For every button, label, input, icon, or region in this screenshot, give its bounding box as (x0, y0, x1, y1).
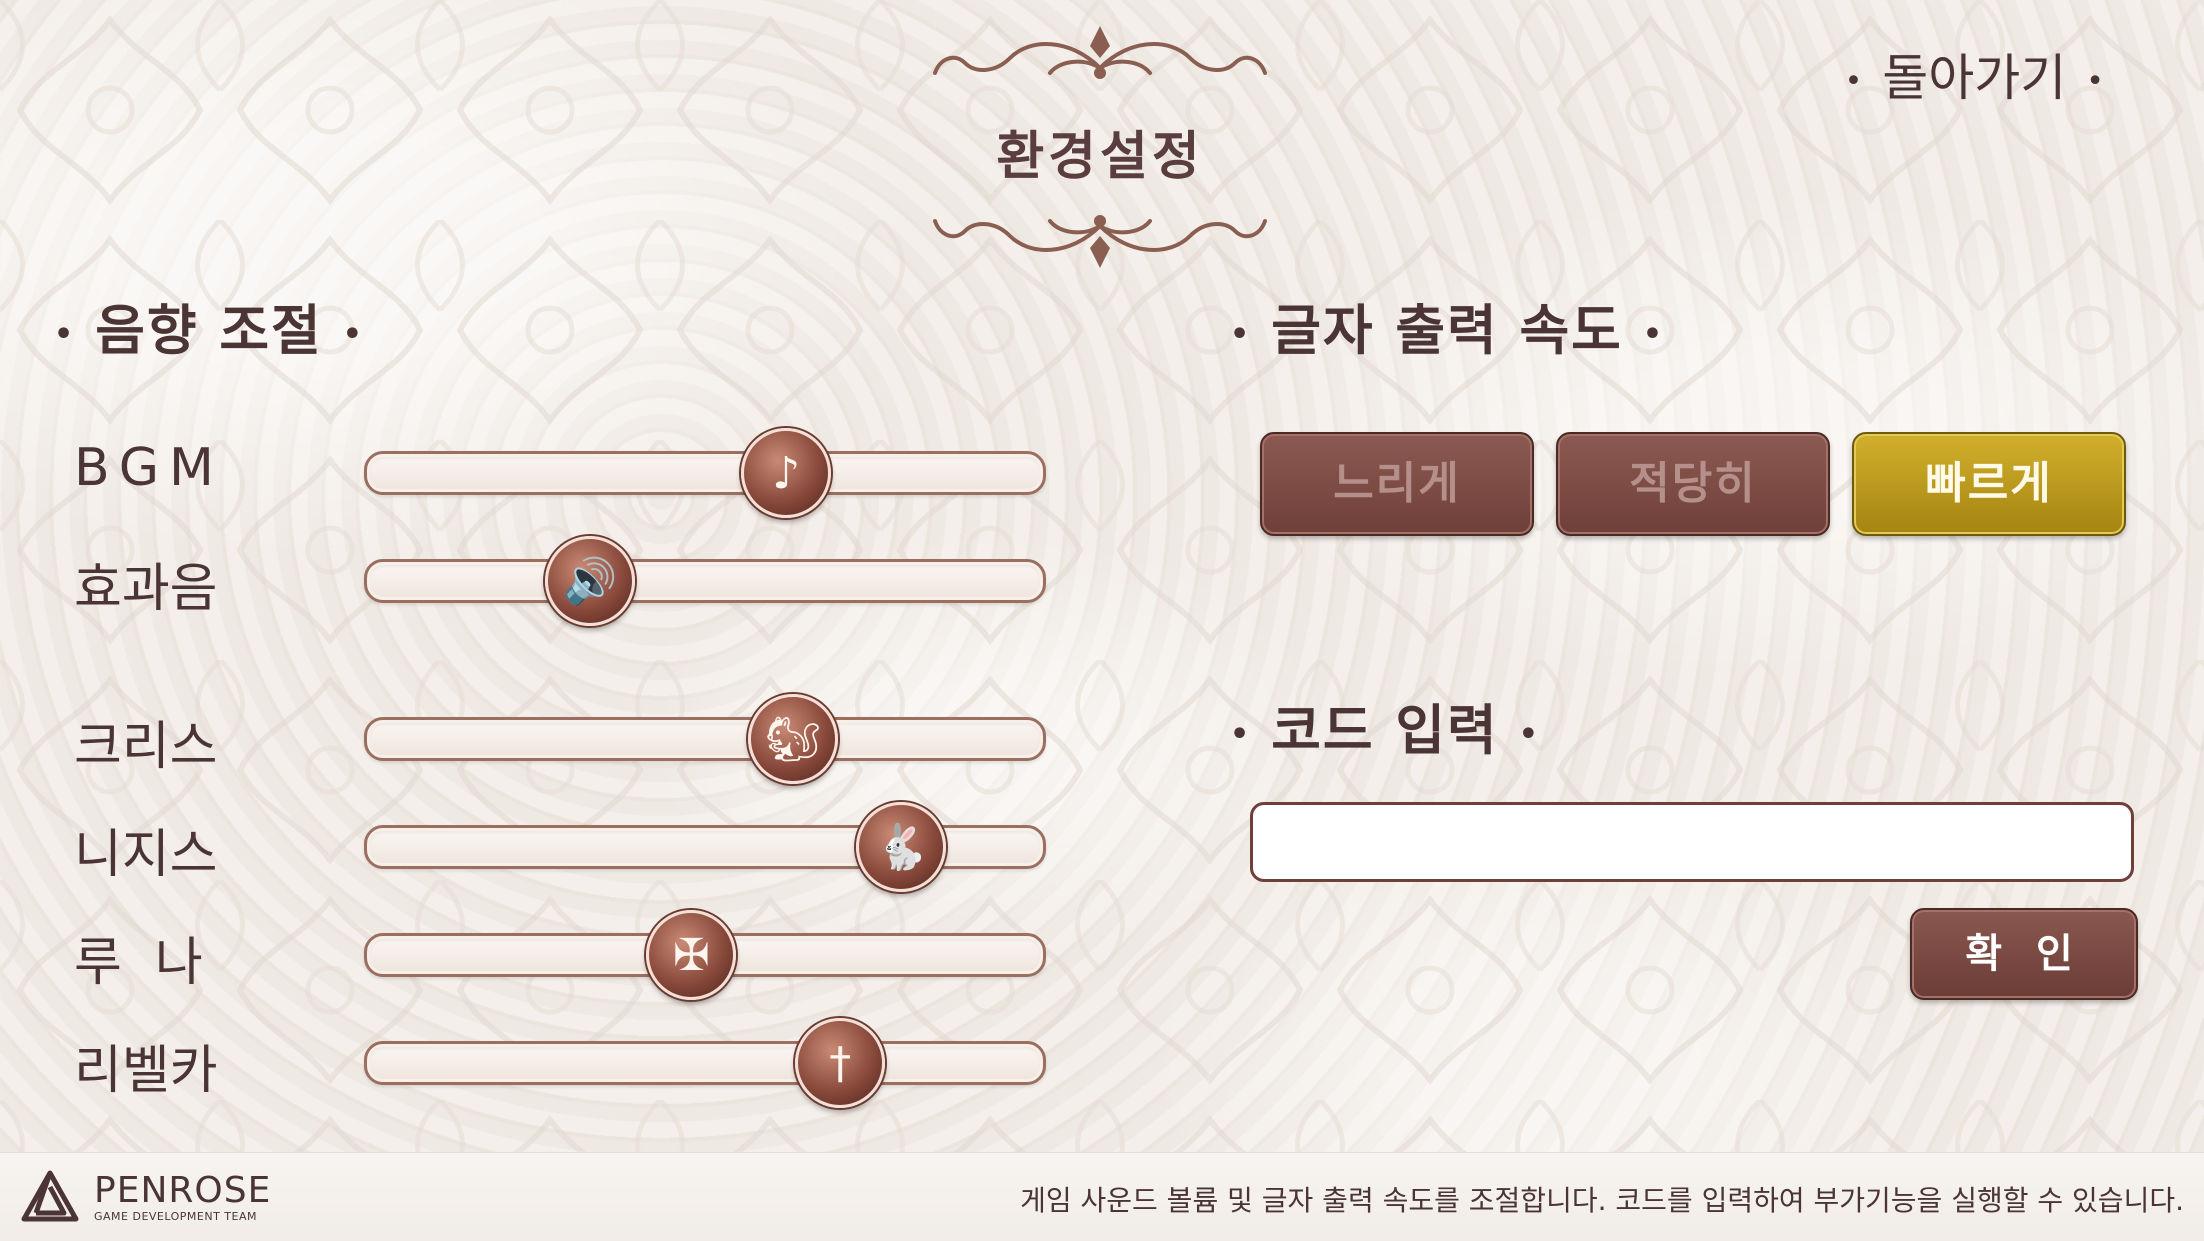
page-title: 환경설정 (996, 127, 1204, 187)
back-button-label: 돌아가기 (1882, 49, 2067, 107)
slider-row: 효과음 🔊 (74, 536, 1074, 626)
ornament-top-icon (933, 26, 1267, 79)
cross-slider-knob[interactable]: ✠ (646, 910, 737, 1000)
slider-row: 니지스 🐇 (74, 802, 1074, 892)
sword-icon: † (829, 1037, 852, 1089)
speed-normal-button[interactable]: 적당히 (1556, 432, 1830, 536)
slider-label: 리벨카 (74, 1041, 218, 1101)
logo-name: PENROSE (94, 1169, 272, 1211)
squirrel-icon: 🐿 (764, 714, 821, 765)
slider-track[interactable] (364, 451, 1046, 495)
slider-label: BGM (74, 438, 224, 498)
slider-row: BGM ♪ (74, 428, 1074, 518)
sword-slider-knob[interactable]: † (795, 1018, 886, 1108)
code-section-title: • 코드 입력 • (1230, 699, 1540, 762)
penrose-triangle-icon (21, 1170, 79, 1222)
text-speed-section-title: • 글자 출력 속도 • (1230, 299, 1665, 362)
rabbit-icon: 🐇 (873, 822, 929, 873)
slider-row: 루 나 ✠ (74, 910, 1074, 1000)
slider-track[interactable] (364, 559, 1046, 603)
slider-label: 크리스 (74, 717, 218, 777)
music-note-icon: ♪ (772, 447, 801, 499)
slider-label: 효과음 (74, 559, 218, 619)
squirrel-slider-knob[interactable]: 🐿 (747, 694, 838, 784)
slider-row: 크리스 🐿 (74, 694, 1074, 784)
penrose-logo: PENROSE GAME DEVELOPMENT TEAM (20, 1167, 271, 1227)
slider-track[interactable] (364, 1041, 1046, 1085)
slider-row: 리벨카 † (74, 1018, 1074, 1108)
speaker-icon: 🔊 (562, 556, 618, 607)
cross-icon: ✠ (673, 929, 710, 981)
code-input[interactable] (1250, 802, 2134, 882)
footer-bar: PENROSE GAME DEVELOPMENT TEAM 게임 사운드 볼륨 … (0, 1152, 2204, 1241)
ornament-bottom-icon (933, 215, 1267, 268)
speed-slow-button[interactable]: 느리게 (1260, 432, 1534, 536)
sound-section-title: • 음향 조절 • (54, 299, 364, 362)
confirm-button[interactable]: 확 인 (1910, 908, 2138, 1000)
logo-subtitle: GAME DEVELOPMENT TEAM (94, 1209, 257, 1223)
slider-label: 니지스 (74, 825, 218, 885)
slider-track[interactable] (364, 717, 1046, 761)
back-button[interactable]: • 돌아가기 • (1825, 38, 2124, 110)
speaker-slider-knob[interactable]: 🔊 (545, 536, 636, 626)
footer-description: 게임 사운드 볼륨 및 글자 출력 속도를 조절합니다. 코드를 입력하여 부가… (1020, 1184, 2184, 1217)
slider-label: 루 나 (74, 933, 203, 993)
rabbit-slider-knob[interactable]: 🐇 (856, 802, 947, 892)
title-block: 환경설정 (920, 18, 1280, 278)
music-note-slider-knob[interactable]: ♪ (741, 428, 832, 518)
speed-fast-button[interactable]: 빠르게 (1852, 432, 2126, 536)
